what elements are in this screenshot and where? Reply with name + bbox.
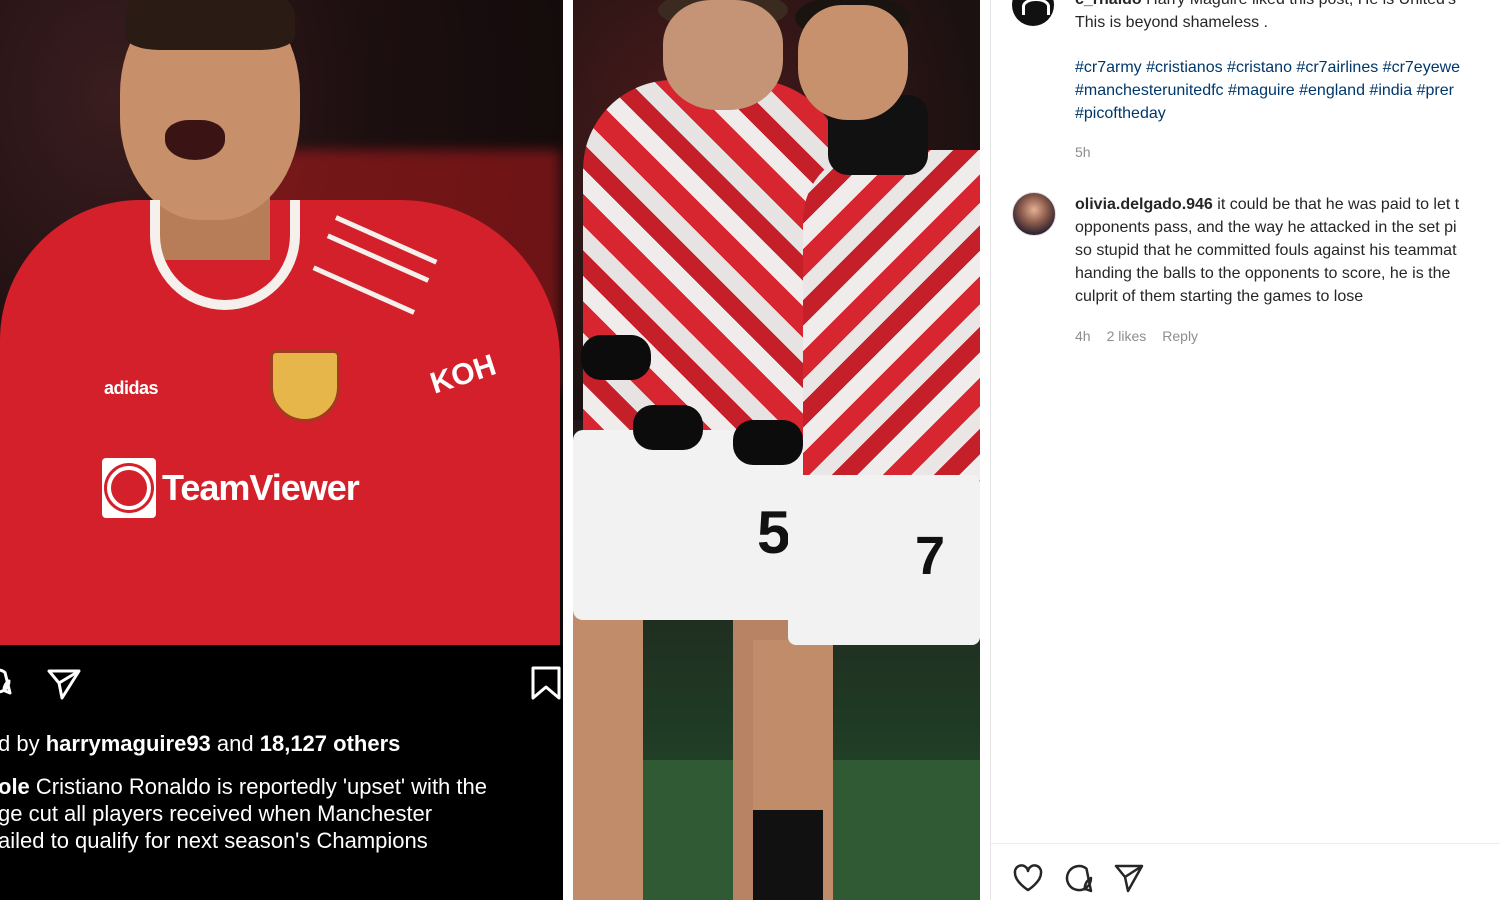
liked-by-line: d by harrymaguire93 and 18,127 others xyxy=(0,731,401,756)
brand-logo: adidas xyxy=(104,378,159,398)
glove xyxy=(733,420,803,465)
comment-likes[interactable]: 2 likes xyxy=(1107,328,1147,344)
comment-username[interactable]: c_rnaldo xyxy=(1075,0,1142,8)
glove xyxy=(581,335,651,380)
liked-by-user[interactable]: harrymaguire93 xyxy=(46,731,211,756)
comment-text: c_rnaldo Harry Maguire liked this post, … xyxy=(1075,0,1500,34)
hashtag-line[interactable]: #cr7army #cristianos #cristano #cr7airli… xyxy=(1075,56,1500,79)
hashtags: #cr7army #cristianos #cristano #cr7airli… xyxy=(1075,56,1500,125)
post-caption: ole Cristiano Ronaldo is reportedly 'ups… xyxy=(0,774,487,853)
share-icon[interactable] xyxy=(46,667,82,701)
panel-divider xyxy=(563,0,573,900)
shirt-number-right: 7 xyxy=(915,526,946,586)
avatar[interactable] xyxy=(1012,0,1054,26)
left-post-panel: adidas TeamViewer KOH d by harrymaguire9… xyxy=(0,0,563,900)
sponsor-logo: TeamViewer xyxy=(102,458,360,518)
caption-username[interactable]: ole xyxy=(0,774,30,799)
dark-post-footer: d by harrymaguire93 and 18,127 others ol… xyxy=(0,645,563,900)
share-icon[interactable] xyxy=(1113,862,1145,894)
post-photo-middle: 5 7 xyxy=(573,0,980,900)
comment-icon[interactable] xyxy=(1063,862,1095,894)
comment-username[interactable]: olivia.delgado.946 xyxy=(1075,196,1213,213)
bookmark-icon[interactable] xyxy=(530,665,562,701)
post-photo-left: adidas TeamViewer KOH xyxy=(0,0,563,645)
avatar[interactable] xyxy=(1012,192,1056,236)
action-bar-divider xyxy=(991,843,1500,844)
comment-timestamp: 5h xyxy=(1075,144,1091,160)
comment-text: olivia.delgado.946 it could be that he w… xyxy=(1075,196,1460,305)
comment-timestamp: 4h xyxy=(1075,328,1091,344)
glove xyxy=(633,405,703,450)
liked-by-count[interactable]: 18,127 others xyxy=(260,731,401,756)
comments-panel: c_rnaldo Harry Maguire liked this post, … xyxy=(990,0,1500,900)
post-actions xyxy=(0,665,563,705)
comment-meta: 4h 2 likes Reply xyxy=(1075,328,1198,344)
heart-icon[interactable] xyxy=(1012,862,1044,894)
hashtag-line[interactable]: #manchesterunitedfc #maguire #england #i… xyxy=(1075,79,1500,102)
reply-button[interactable]: Reply xyxy=(1162,328,1198,344)
club-crest xyxy=(270,350,340,422)
comment-icon[interactable] xyxy=(0,665,14,697)
shirt-number-left: 5 xyxy=(757,499,791,566)
hashtag-line[interactable]: #picoftheday xyxy=(1075,102,1500,125)
